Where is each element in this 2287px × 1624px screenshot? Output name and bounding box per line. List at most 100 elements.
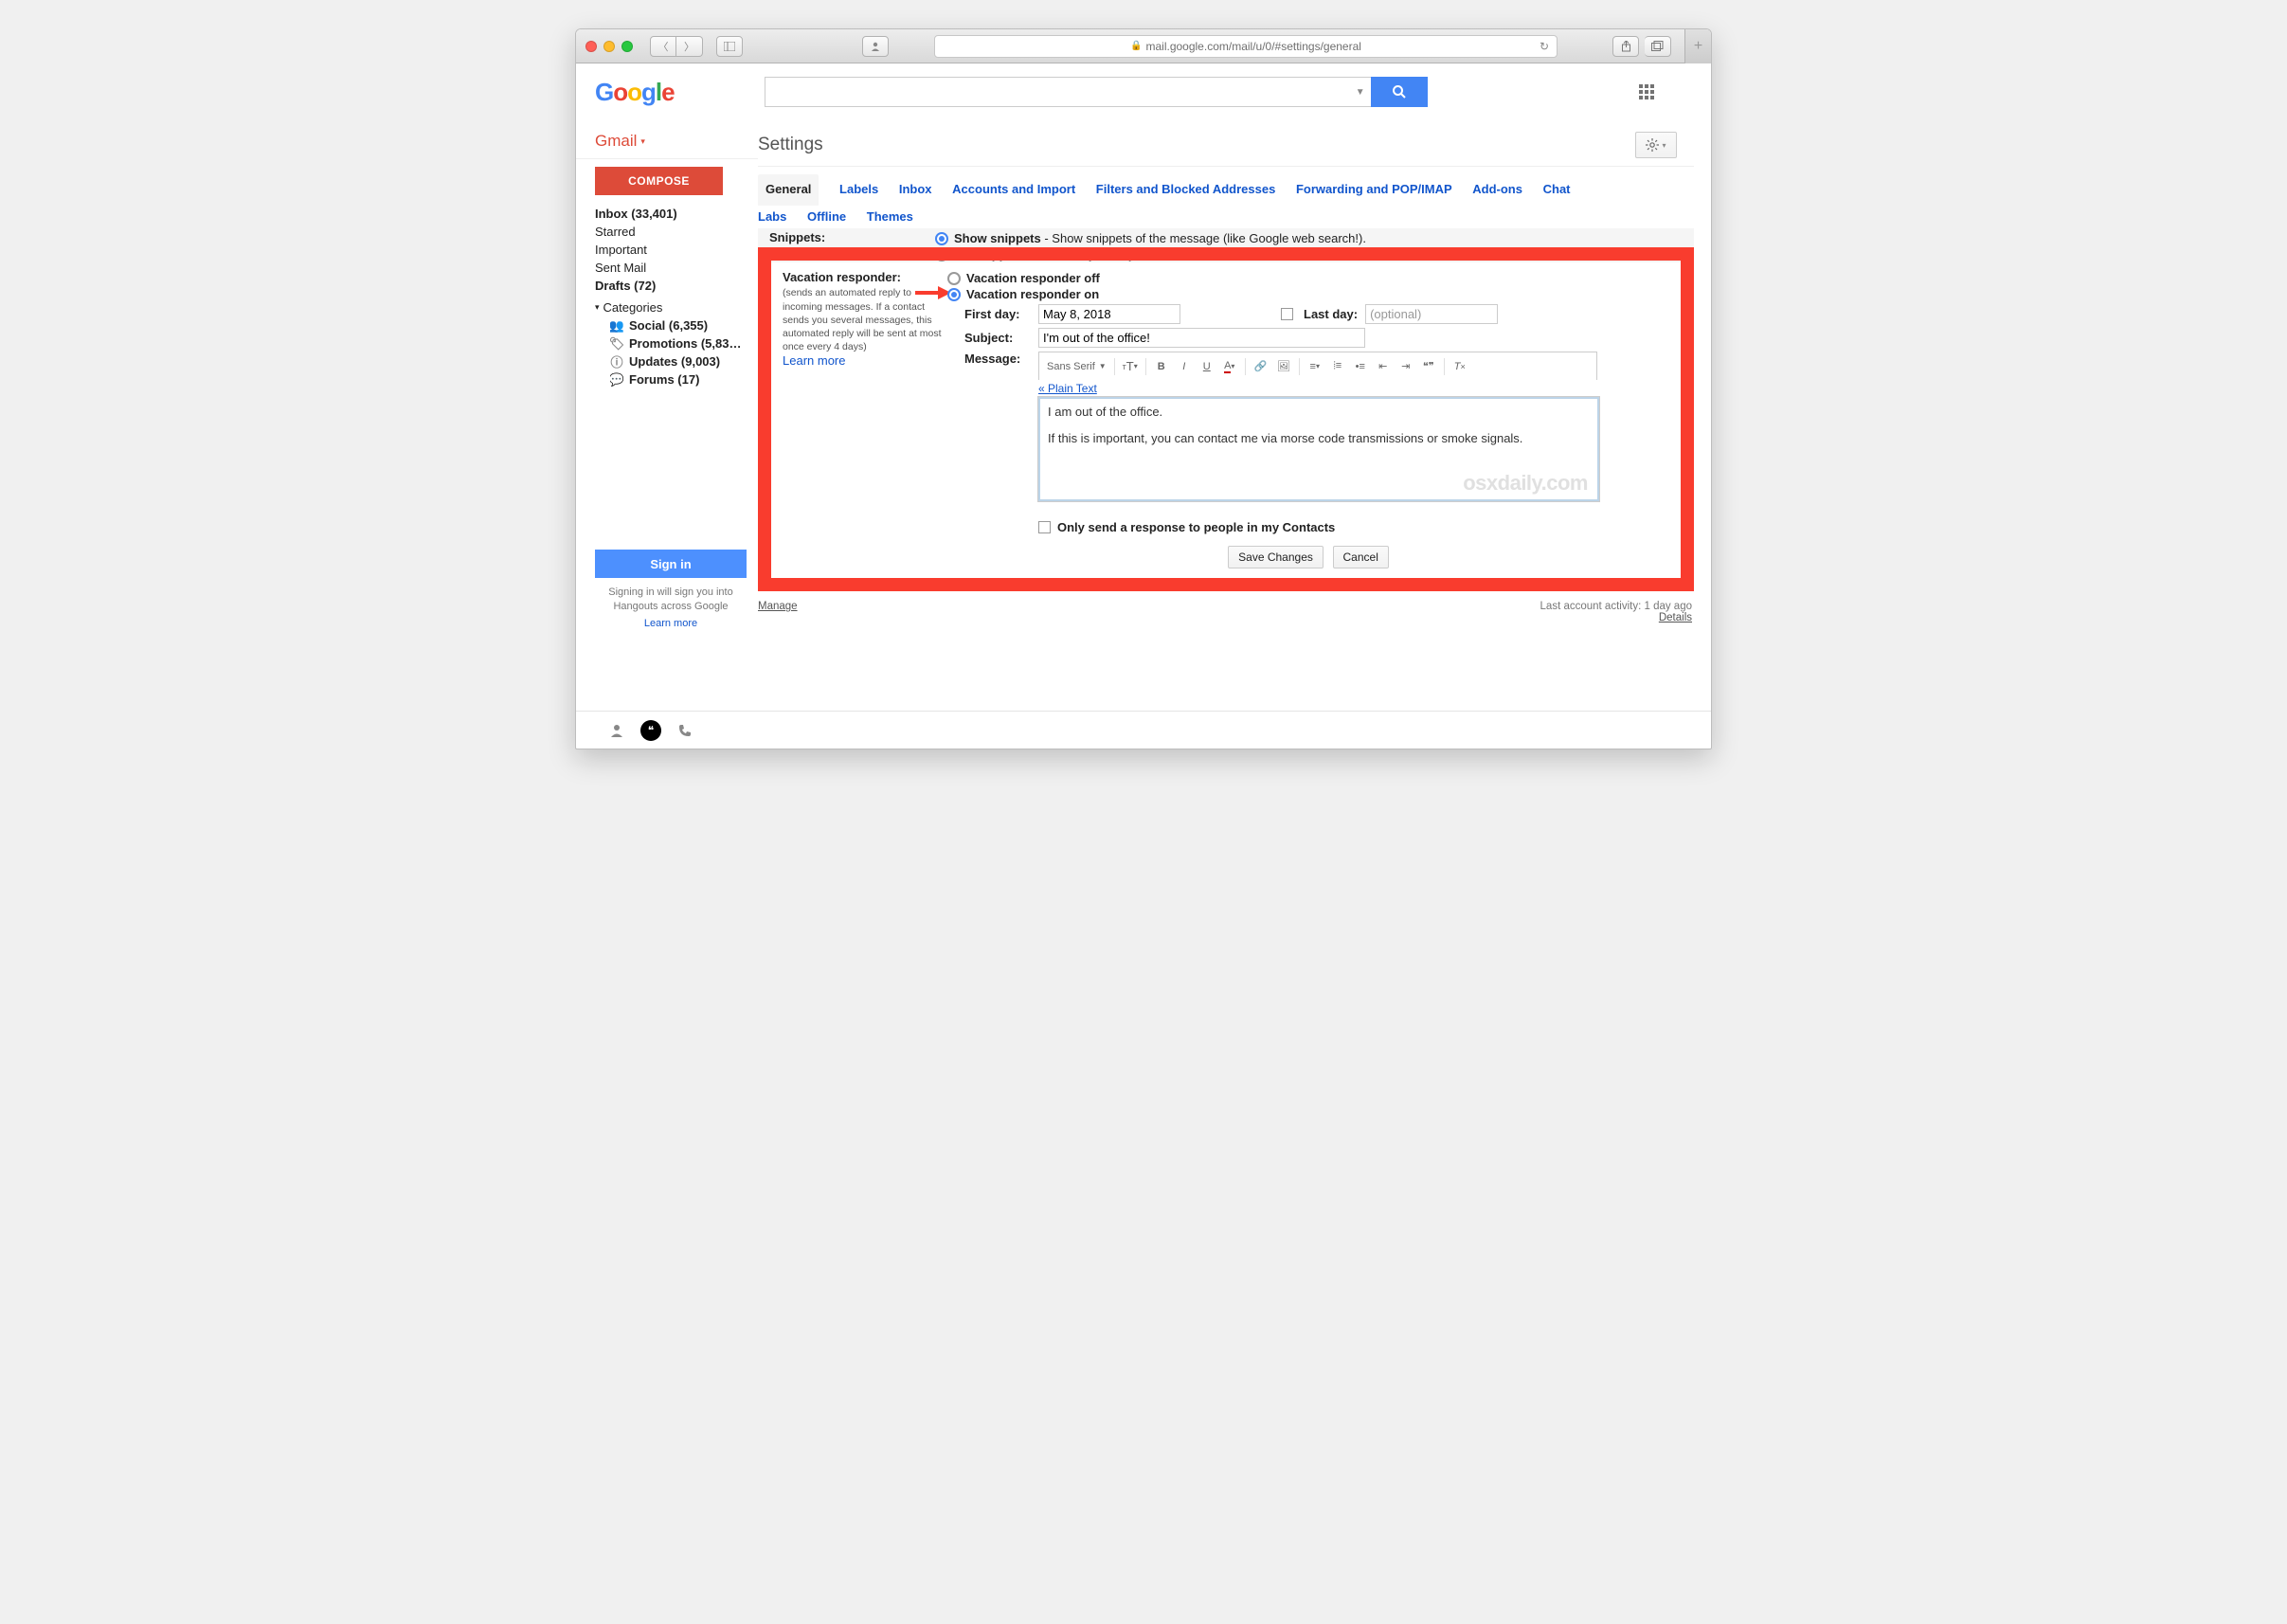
settings-gear-button[interactable]: ▾ (1635, 132, 1677, 158)
watermark: osxdaily.com (1463, 471, 1588, 496)
signin-button[interactable]: Sign in (595, 550, 747, 578)
tab-general[interactable]: General (758, 174, 819, 206)
first-day-input[interactable] (1038, 304, 1180, 324)
show-snippets-desc: - Show snippets of the message (like Goo… (1041, 231, 1366, 245)
sidebar-item-starred[interactable]: Starred (595, 223, 747, 241)
minimize-window-icon[interactable] (603, 41, 615, 52)
search-options-caret-icon[interactable]: ▼ (1356, 87, 1365, 98)
left-sidebar: Gmail ▾ COMPOSE Inbox (33,401) Starred I… (576, 120, 758, 644)
save-button[interactable]: Save Changes (1228, 546, 1324, 568)
activity-text: Last account activity: 1 day ago (1540, 601, 1692, 612)
new-tab-button[interactable]: + (1684, 29, 1711, 63)
vacation-off-label: Vacation responder off (966, 271, 1100, 285)
message-line-2: If this is important, you can contact me… (1048, 431, 1590, 445)
tab-themes[interactable]: Themes (867, 206, 913, 229)
sidebar-item-social[interactable]: 👥Social (6,355) (610, 316, 758, 334)
apps-grid-icon[interactable] (1639, 84, 1654, 99)
tab-accounts[interactable]: Accounts and Import (952, 178, 1075, 202)
message-line-1: I am out of the office. (1048, 405, 1590, 419)
bold-icon[interactable]: B (1154, 357, 1169, 376)
settings-tabs: General Labels Inbox Accounts and Import… (758, 174, 1711, 228)
vacation-on-label: Vacation responder on (966, 287, 1099, 301)
sidebar-item-categories[interactable]: ▾ Categories (595, 295, 747, 316)
google-logo[interactable]: Google (595, 78, 675, 107)
text-color-icon[interactable]: A▾ (1222, 357, 1237, 376)
back-button[interactable]: 〈 (650, 36, 676, 57)
radio-vacation-on[interactable] (947, 288, 961, 301)
close-window-icon[interactable] (585, 41, 597, 52)
tab-labs[interactable]: Labs (758, 206, 786, 229)
sidebar-item-drafts[interactable]: Drafts (72) (595, 277, 747, 295)
tab-inbox[interactable]: Inbox (899, 178, 932, 202)
back-forward: 〈 〉 (650, 36, 703, 57)
font-size-icon[interactable]: тT▾ (1123, 357, 1138, 376)
compose-button[interactable]: COMPOSE (595, 167, 723, 195)
tab-labels[interactable]: Labels (839, 178, 878, 202)
clear-format-icon[interactable]: T× (1452, 357, 1468, 376)
fullscreen-window-icon[interactable] (621, 41, 633, 52)
details-link[interactable]: Details (1659, 612, 1692, 623)
link-icon[interactable]: 🔗 (1253, 357, 1269, 376)
reload-icon[interactable]: ↻ (1540, 40, 1549, 53)
sidebar-item-inbox[interactable]: Inbox (33,401) (595, 205, 747, 223)
forward-button[interactable]: 〉 (676, 36, 703, 57)
browser-window: 〈 〉 🔒 mail.google.com/mail/u/0/#settings… (575, 28, 1712, 749)
quote-icon[interactable]: ❝❞ (1421, 357, 1436, 376)
last-day-input[interactable] (1365, 304, 1498, 324)
radio-vacation-off[interactable] (947, 272, 961, 285)
arrow-annotation-icon (915, 286, 951, 299)
sidebar-item-updates[interactable]: ⓘUpdates (9,003) (610, 352, 758, 370)
show-snippets-bold: Show snippets (954, 231, 1041, 245)
sidebar-item-sent[interactable]: Sent Mail (595, 259, 747, 277)
sidebar-item-important[interactable]: Important (595, 241, 747, 259)
traffic-lights (585, 41, 633, 52)
learn-more-link[interactable]: Learn more (595, 617, 747, 631)
align-icon[interactable]: ≡▾ (1307, 357, 1323, 376)
indent-more-icon[interactable]: ⇥ (1398, 357, 1414, 376)
gear-caret-icon: ▾ (1662, 141, 1666, 150)
image-icon[interactable]: 🖼 (1276, 357, 1291, 376)
numbered-list-icon[interactable]: ⦙≡ (1330, 357, 1345, 376)
lock-icon: 🔒 (1130, 41, 1142, 51)
font-selector[interactable]: Sans Serif ▼ (1047, 357, 1107, 376)
cancel-button[interactable]: Cancel (1333, 546, 1389, 568)
search-button[interactable] (1371, 77, 1428, 107)
titlebar: 〈 〉 🔒 mail.google.com/mail/u/0/#settings… (576, 29, 1711, 63)
contacts-tab-icon[interactable] (606, 720, 627, 741)
bulleted-list-icon[interactable]: •≡ (1353, 357, 1368, 376)
first-day-label: First day: (964, 307, 1031, 321)
sidebar-item-forums[interactable]: 💬Forums (17) (610, 370, 758, 388)
underline-icon[interactable]: U (1199, 357, 1215, 376)
sidebar-item-promotions[interactable]: 🏷Promotions (5,83… (610, 334, 758, 352)
hangouts-tab-icon[interactable]: ❝ (640, 720, 661, 741)
share-button[interactable] (1612, 36, 1639, 57)
message-editor[interactable]: I am out of the office. If this is impor… (1038, 397, 1599, 501)
radio-show-snippets[interactable] (935, 232, 948, 245)
manage-link[interactable]: Manage (758, 601, 798, 623)
tab-filters[interactable]: Filters and Blocked Addresses (1096, 178, 1276, 202)
tab-addons[interactable]: Add-ons (1472, 178, 1522, 202)
tab-offline[interactable]: Offline (807, 206, 846, 229)
subject-input[interactable] (1038, 328, 1365, 348)
gmail-label-text: Gmail (595, 132, 637, 151)
tab-forwarding[interactable]: Forwarding and POP/IMAP (1296, 178, 1452, 202)
address-bar[interactable]: 🔒 mail.google.com/mail/u/0/#settings/gen… (934, 35, 1558, 58)
tabs-button[interactable] (1645, 36, 1671, 57)
google-bar: Google ▼ (576, 63, 1711, 120)
plain-text-link[interactable]: « Plain Text (1038, 380, 1097, 397)
footer-row: Manage Last account activity: 1 day ago … (758, 597, 1711, 635)
phone-tab-icon[interactable] (675, 720, 695, 741)
extension-button[interactable] (862, 36, 889, 57)
only-contacts-checkbox[interactable] (1038, 521, 1051, 533)
highlight-box: Vacation responder: (sends an automated … (758, 247, 1694, 591)
tab-chat[interactable]: Chat (1543, 178, 1571, 202)
search-input[interactable]: ▼ (765, 77, 1371, 107)
only-contacts-label: Only send a response to people in my Con… (1057, 520, 1335, 534)
indent-less-icon[interactable]: ⇤ (1376, 357, 1391, 376)
last-day-checkbox[interactable] (1281, 308, 1293, 320)
gmail-dropdown[interactable]: Gmail ▾ (595, 120, 758, 158)
vacation-learn-more-link[interactable]: Learn more (783, 353, 845, 368)
dropdown-caret-icon: ▾ (640, 136, 645, 147)
sidebar-toggle-button[interactable] (716, 36, 743, 57)
italic-icon[interactable]: I (1177, 357, 1192, 376)
